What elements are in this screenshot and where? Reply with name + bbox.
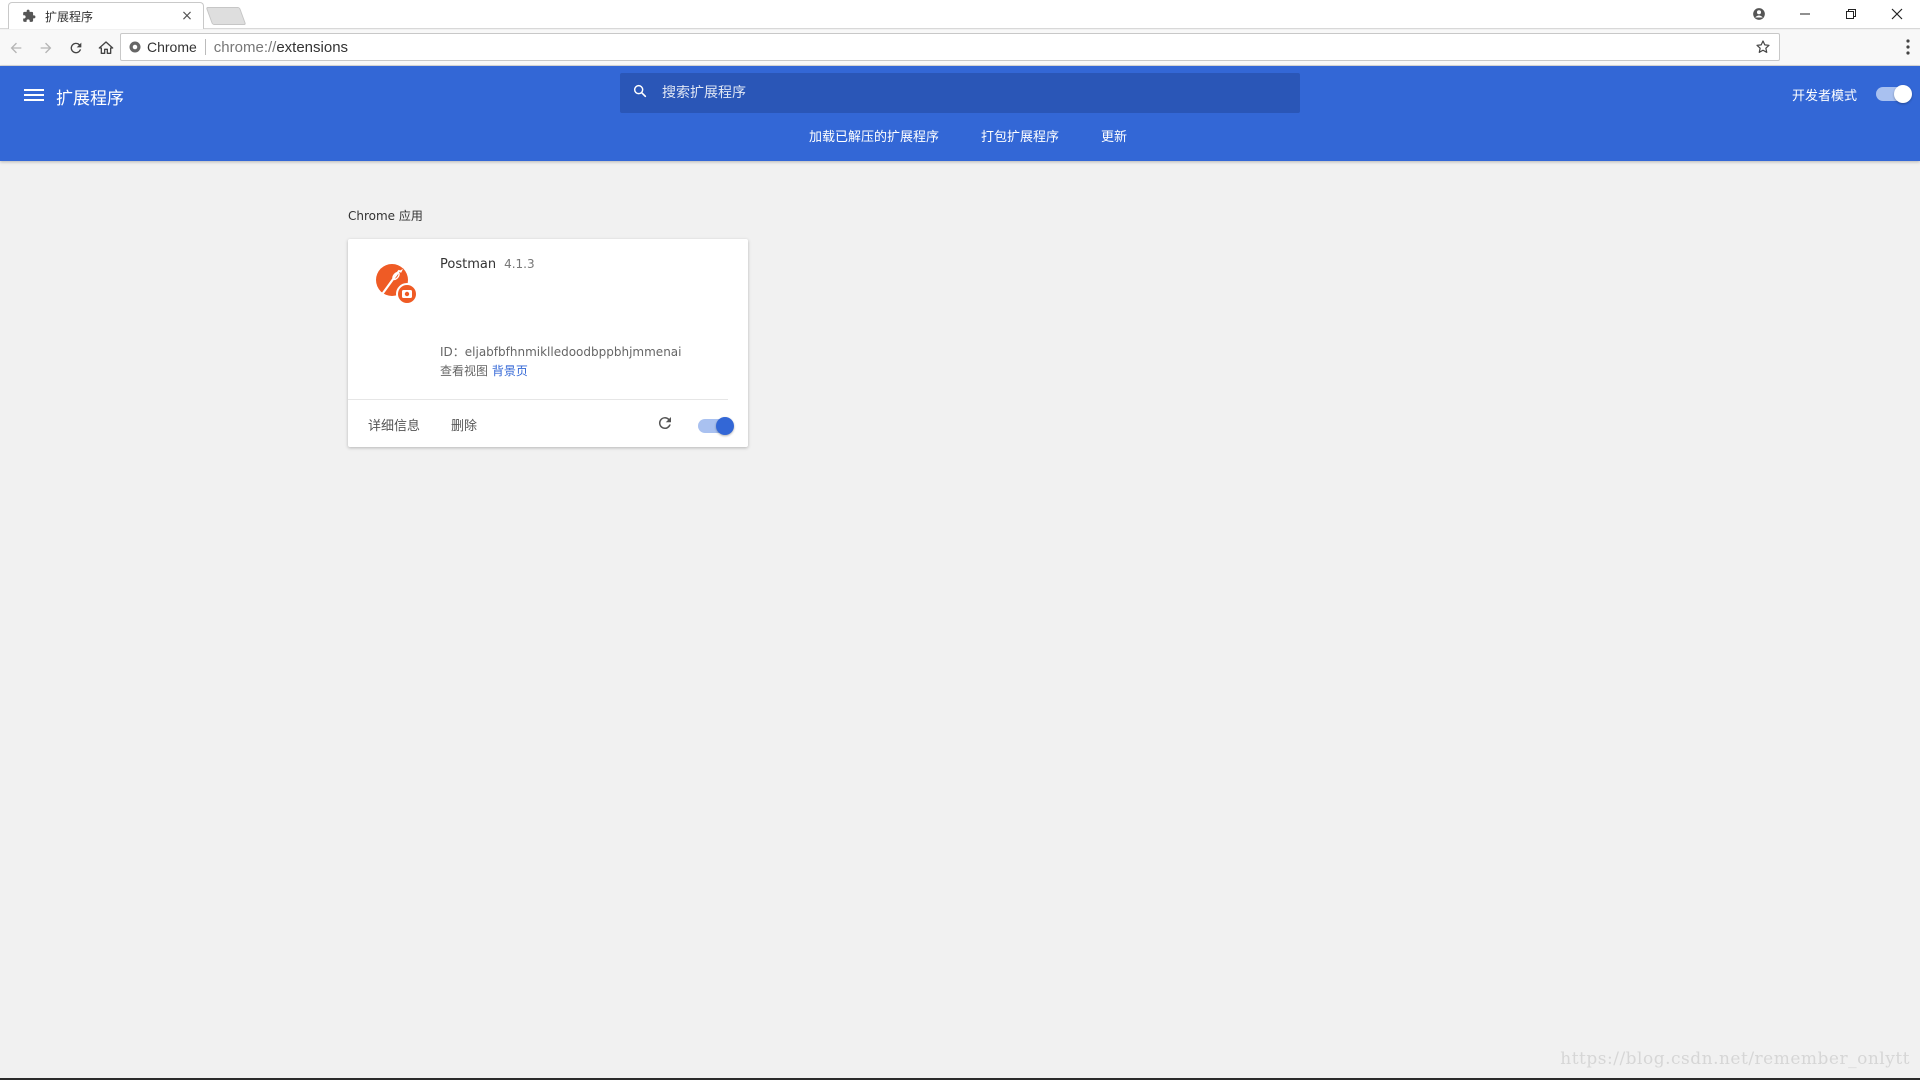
load-unpacked-button[interactable]: 加载已解压的扩展程序 <box>809 124 939 147</box>
window-controls <box>1736 0 1920 28</box>
reload-page-button[interactable] <box>62 34 90 62</box>
chrome-secure-icon <box>129 38 141 57</box>
details-button[interactable]: 详细信息 <box>368 415 420 434</box>
search-icon <box>632 83 648 103</box>
extensions-header: 扩展程序 开发者模式 加载已解压的扩展程序 打包扩展程序 更新 <box>0 66 1920 161</box>
extension-version: 4.1.3 <box>504 257 535 271</box>
extension-card: Postman 4.1.3 ID：eljabfbfhnmiklledoodbppb… <box>348 239 748 447</box>
card-divider <box>348 399 728 400</box>
section-title-chrome-apps: Chrome 应用 <box>348 209 423 223</box>
toggle-knob <box>1894 85 1912 103</box>
tab-strip: 扩展程序 × <box>0 0 1920 29</box>
watermark-text: https://blog.csdn.net/remember_onlytt <box>1560 1049 1910 1069</box>
back-button[interactable] <box>2 34 30 62</box>
forward-button[interactable] <box>32 34 60 62</box>
browser-toolbar: Chrome chrome://extensions <box>0 30 1920 66</box>
extension-name-text: Postman <box>440 257 497 272</box>
url-path: extensions <box>276 38 349 56</box>
extension-name: Postman 4.1.3 <box>440 257 535 272</box>
reload-extension-icon[interactable] <box>656 414 674 432</box>
minimize-button[interactable] <box>1782 0 1828 28</box>
close-window-button[interactable] <box>1874 0 1920 28</box>
page-title: 扩展程序 <box>56 89 124 109</box>
tab-title: 扩展程序 <box>45 9 94 24</box>
developer-actions: 加载已解压的扩展程序 打包扩展程序 更新 <box>0 124 1920 147</box>
inspect-views-label: 查看视图 <box>440 364 489 378</box>
postman-app-icon <box>372 259 420 307</box>
extension-enable-toggle[interactable] <box>698 417 734 435</box>
remove-button[interactable]: 删除 <box>451 415 477 434</box>
browser-tab[interactable]: 扩展程序 × <box>8 2 204 29</box>
update-button[interactable]: 更新 <box>1101 124 1127 147</box>
url-scheme: chrome:// <box>213 38 277 56</box>
url-text[interactable]: chrome://extensions <box>214 39 348 56</box>
restore-button[interactable] <box>1828 0 1874 28</box>
chrome-menu-icon[interactable] <box>1906 39 1910 59</box>
search-input[interactable] <box>662 85 1262 101</box>
new-tab-button[interactable] <box>205 7 247 25</box>
search-bar[interactable] <box>620 73 1300 113</box>
toggle-knob <box>716 417 734 435</box>
hamburger-menu-icon[interactable] <box>24 86 44 106</box>
pack-extension-button[interactable]: 打包扩展程序 <box>981 124 1059 147</box>
inspect-views: 查看视图 背景页 <box>440 362 528 379</box>
address-bar[interactable]: Chrome chrome://extensions <box>120 33 1780 61</box>
background-page-link[interactable]: 背景页 <box>492 364 528 378</box>
omnibox-separator <box>204 39 206 55</box>
extension-id: ID：eljabfbfhnmiklledoodbppbhjmmenai <box>440 345 682 359</box>
puzzle-piece-icon <box>21 8 37 24</box>
developer-mode-label: 开发者模式 <box>1792 89 1858 104</box>
secure-chip-label: Chrome <box>147 39 197 55</box>
home-button[interactable] <box>92 34 120 62</box>
developer-mode-toggle[interactable] <box>1876 85 1912 103</box>
profile-icon[interactable] <box>1736 0 1782 28</box>
tab-close-button[interactable]: × <box>179 8 195 24</box>
bookmark-star-icon[interactable] <box>1755 39 1771 59</box>
